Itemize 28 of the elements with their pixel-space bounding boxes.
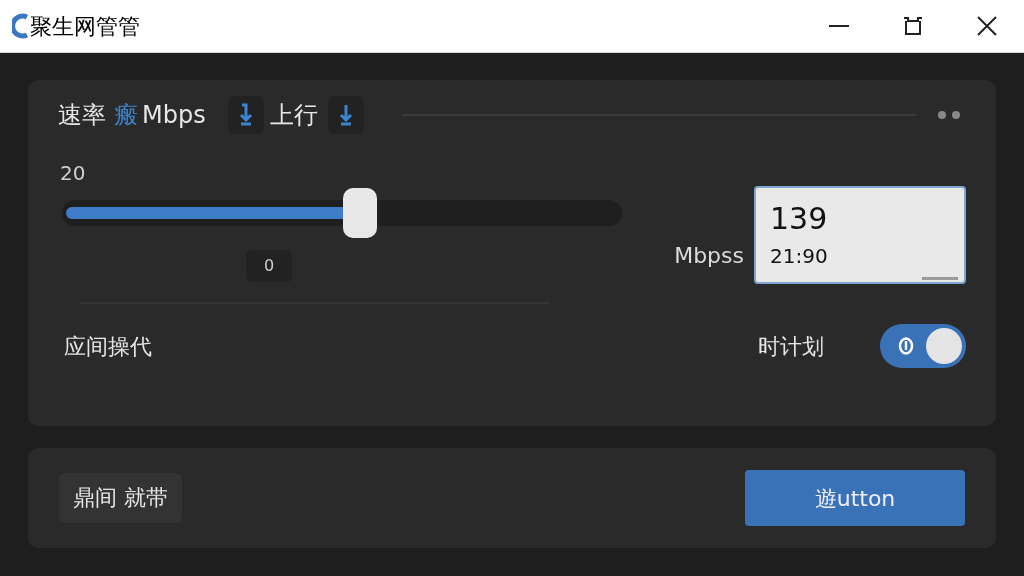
readout-field[interactable]: 139 21:90: [754, 186, 966, 284]
toggle-label: 时计划: [758, 332, 824, 361]
slider-thumb[interactable]: [342, 188, 377, 238]
slider-track[interactable]: [62, 200, 622, 226]
toggle-switch[interactable]: [880, 324, 966, 368]
option-label: 应间操代: [64, 332, 152, 361]
power-icon: [898, 337, 914, 355]
download-button[interactable]: [227, 96, 264, 134]
window-title: 聚生网管管: [30, 12, 140, 41]
direction-label: 上行: [269, 100, 318, 131]
minimize-icon: [829, 25, 849, 27]
readout-time: 21:90: [770, 243, 829, 270]
download-icon: [337, 103, 354, 127]
unit-label: Mbpss: [674, 242, 744, 270]
primary-button[interactable]: 遊utton: [745, 470, 965, 526]
rate-value: 瘢: [114, 100, 138, 131]
more-icon[interactable]: [938, 111, 960, 119]
download-button[interactable]: [327, 96, 364, 134]
maximize-icon: [902, 16, 924, 36]
download-icon: [237, 103, 254, 127]
rate-label: 速率: [58, 100, 106, 131]
tag-label: 鼎间 就带: [59, 473, 182, 523]
rate-unit: Mbps: [142, 100, 206, 131]
slider-max-label: 20: [60, 160, 87, 187]
close-icon: [977, 16, 997, 36]
readout-value: 139: [770, 200, 829, 238]
app-logo-icon: [12, 13, 30, 39]
slider-value: 0: [246, 250, 292, 282]
